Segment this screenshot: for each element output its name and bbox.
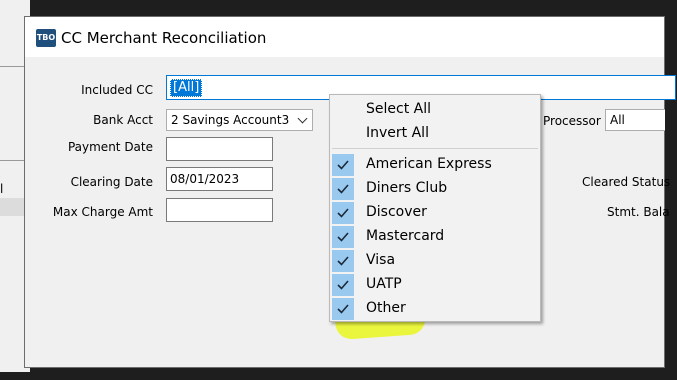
menu-item-label: American Express — [366, 156, 492, 172]
menu-item-diners-club[interactable]: Diners Club — [330, 177, 540, 201]
checkmark-icon — [332, 202, 354, 224]
checkmark-icon — [332, 226, 354, 248]
title-bar: TBO CC Merchant Reconciliation — [25, 17, 664, 57]
max-charge-amt-label: Max Charge Amt — [52, 205, 153, 219]
invert-all-label: Invert All — [366, 125, 429, 141]
payment-date-label: Payment Date — [67, 140, 153, 154]
invert-all-item[interactable]: Invert All — [330, 122, 540, 146]
menu-item-mastercard[interactable]: Mastercard — [330, 225, 540, 249]
menu-separator — [332, 148, 538, 149]
menu-item-discover[interactable]: Discover — [330, 201, 540, 225]
clearing-date-field[interactable]: 08/01/2023 — [166, 167, 273, 191]
max-charge-amt-field[interactable] — [166, 198, 273, 222]
select-all-label: Select All — [366, 101, 431, 117]
menu-item-other[interactable]: Other — [330, 297, 540, 321]
processor-value: All — [610, 113, 625, 127]
stmt-balance-label: Stmt. Bala — [607, 205, 670, 219]
bank-acct-label: Bank Acct — [93, 113, 153, 127]
window-title: CC Merchant Reconciliation — [61, 29, 267, 47]
menu-item-label: Other — [366, 300, 406, 316]
menu-item-label: Visa — [366, 252, 396, 268]
checkmark-icon — [332, 274, 354, 296]
menu-item-label: UATP — [366, 276, 402, 292]
app-icon: TBO — [36, 29, 56, 47]
processor-select[interactable]: All — [605, 109, 665, 131]
checkmark-icon — [332, 178, 354, 200]
background-strip — [0, 198, 26, 216]
payment-date-field[interactable] — [166, 137, 273, 161]
menu-item-visa[interactable]: Visa — [330, 249, 540, 273]
cleared-status-label: Cleared Status — [582, 175, 671, 189]
checkmark-icon — [332, 250, 354, 272]
menu-item-uatp[interactable]: UATP — [330, 273, 540, 297]
included-cc-dropdown: Select All Invert All American Express D… — [329, 94, 541, 322]
included-cc-value: [All] — [170, 79, 203, 97]
menu-item-american-express[interactable]: American Express — [330, 153, 540, 177]
menu-item-label: Discover — [366, 204, 427, 220]
bank-acct-value: 2 Savings Account3 — [171, 113, 290, 127]
chevron-down-icon — [297, 113, 308, 124]
menu-item-label: Mastercard — [366, 228, 445, 244]
bank-acct-select[interactable]: 2 Savings Account3 — [166, 109, 313, 131]
checkmark-icon — [332, 298, 354, 320]
background-label: l — [0, 182, 4, 196]
included-cc-label: Included CC — [81, 83, 153, 97]
clearing-date-label: Clearing Date — [70, 175, 153, 189]
checkmark-icon — [332, 154, 354, 176]
processor-label: Processor — [543, 114, 601, 128]
select-all-item[interactable]: Select All — [330, 98, 540, 122]
menu-item-label: Diners Club — [366, 180, 448, 196]
